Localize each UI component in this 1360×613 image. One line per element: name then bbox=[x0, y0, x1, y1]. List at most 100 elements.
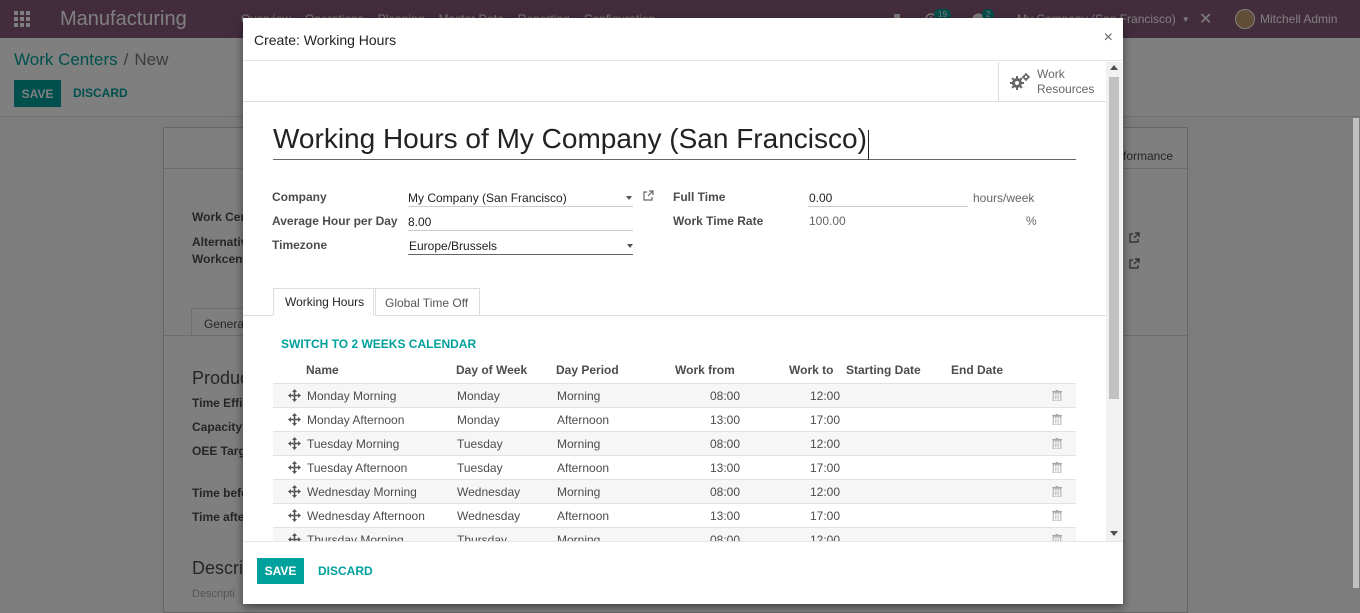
page-scrollbar[interactable] bbox=[1353, 118, 1359, 588]
row-work-from[interactable]: 08:00 bbox=[680, 533, 740, 541]
avg-hour-input[interactable]: 8.00 bbox=[408, 215, 431, 229]
row-day[interactable]: Wednesday bbox=[457, 485, 520, 499]
row-work-to[interactable]: 12:00 bbox=[780, 485, 840, 499]
trash-icon[interactable] bbox=[1052, 438, 1062, 449]
work-resources-button[interactable]: Work Resources bbox=[998, 62, 1106, 102]
table-row[interactable]: Tuesday Morning Tuesday Morning 08:00 12:00 bbox=[273, 431, 1076, 455]
modal-scrollbar[interactable] bbox=[1106, 62, 1122, 541]
row-work-from[interactable]: 08:00 bbox=[680, 437, 740, 451]
row-name[interactable]: Tuesday Afternoon bbox=[307, 461, 407, 475]
drag-handle-icon[interactable] bbox=[288, 485, 301, 498]
row-work-to[interactable]: 17:00 bbox=[780, 461, 840, 475]
record-name-input[interactable]: Working Hours of My Company (San Francis… bbox=[273, 123, 867, 154]
col-work-to[interactable]: Work to bbox=[789, 363, 833, 377]
row-period[interactable]: Morning bbox=[557, 437, 600, 451]
row-work-from[interactable]: 08:00 bbox=[680, 389, 740, 403]
row-period[interactable]: Morning bbox=[557, 533, 600, 541]
work-time-rate-value: 100.00 bbox=[809, 214, 846, 228]
company-dropdown-caret-icon[interactable] bbox=[626, 196, 632, 200]
row-name[interactable]: Monday Afternoon bbox=[307, 413, 404, 427]
row-name[interactable]: Thursday Morning bbox=[307, 533, 404, 541]
table-row[interactable]: Tuesday Afternoon Tuesday Afternoon 13:00 17… bbox=[273, 455, 1076, 479]
trash-icon[interactable] bbox=[1052, 486, 1062, 497]
row-name[interactable]: Monday Morning bbox=[307, 389, 396, 403]
record-name-field[interactable]: Working Hours of My Company (San Francis… bbox=[273, 120, 1076, 160]
gears-icon bbox=[1010, 73, 1030, 90]
drag-handle-icon[interactable] bbox=[288, 413, 301, 426]
modal-footer: SAVE DISCARD bbox=[243, 541, 1123, 604]
table-row[interactable]: Monday Morning Monday Morning 08:00 12:00 bbox=[273, 383, 1076, 407]
row-period[interactable]: Morning bbox=[557, 389, 600, 403]
col-work-from[interactable]: Work from bbox=[675, 363, 735, 377]
row-name[interactable]: Tuesday Morning bbox=[307, 437, 399, 451]
company-underline bbox=[408, 206, 633, 207]
timezone-underline bbox=[408, 254, 633, 255]
col-day-of-week[interactable]: Day of Week bbox=[456, 363, 527, 377]
row-work-to[interactable]: 12:00 bbox=[780, 533, 840, 541]
table-row[interactable]: Monday Afternoon Monday Afternoon 13:00 17:0… bbox=[273, 407, 1076, 431]
col-day-period[interactable]: Day Period bbox=[556, 363, 619, 377]
timezone-label: Timezone bbox=[272, 238, 328, 252]
timezone-select[interactable]: Europe/Brussels bbox=[409, 239, 497, 253]
drag-handle-icon[interactable] bbox=[288, 437, 301, 450]
work-time-rate-label: Work Time Rate bbox=[673, 214, 764, 228]
row-work-from[interactable]: 13:00 bbox=[680, 461, 740, 475]
col-starting-date[interactable]: Starting Date bbox=[846, 363, 921, 377]
tab-working-hours[interactable]: Working Hours bbox=[273, 288, 377, 316]
stat-line-1: Work bbox=[1037, 67, 1065, 81]
avg-hour-underline bbox=[408, 230, 633, 231]
row-period[interactable]: Afternoon bbox=[557, 509, 609, 523]
row-day[interactable]: Wednesday bbox=[457, 509, 520, 523]
save-button[interactable]: SAVE bbox=[257, 558, 304, 584]
col-end-date[interactable]: End Date bbox=[951, 363, 1003, 377]
trash-icon[interactable] bbox=[1052, 510, 1062, 521]
full-time-underline bbox=[808, 206, 968, 207]
col-name[interactable]: Name bbox=[306, 363, 339, 377]
company-external-link-icon[interactable] bbox=[642, 190, 654, 205]
row-name[interactable]: Wednesday Afternoon bbox=[307, 509, 425, 523]
row-day[interactable]: Monday bbox=[457, 389, 500, 403]
row-work-from[interactable]: 13:00 bbox=[680, 413, 740, 427]
row-name[interactable]: Wednesday Morning bbox=[307, 485, 417, 499]
table-row[interactable]: Thursday Morning Thursday Morning 08:00 12:0… bbox=[273, 527, 1076, 541]
row-day[interactable]: Thursday bbox=[457, 533, 507, 541]
discard-button[interactable]: DISCARD bbox=[318, 564, 373, 578]
close-icon[interactable]: × bbox=[1104, 29, 1113, 47]
row-work-to[interactable]: 12:00 bbox=[780, 437, 840, 451]
button-box: Work Resources bbox=[243, 62, 1106, 102]
drag-handle-icon[interactable] bbox=[288, 389, 301, 402]
tab-global-time-off[interactable]: Global Time Off bbox=[373, 288, 481, 316]
row-period[interactable]: Morning bbox=[557, 485, 600, 499]
row-day[interactable]: Monday bbox=[457, 413, 500, 427]
scroll-down-arrow-icon[interactable] bbox=[1110, 531, 1118, 536]
row-work-from[interactable]: 13:00 bbox=[680, 509, 740, 523]
row-period[interactable]: Afternoon bbox=[557, 413, 609, 427]
table-row[interactable]: Wednesday Morning Wednesday Morning 08:00 12… bbox=[273, 479, 1076, 503]
switch-two-weeks-button[interactable]: SWITCH TO 2 WEEKS CALENDAR bbox=[281, 337, 476, 351]
row-period[interactable]: Afternoon bbox=[557, 461, 609, 475]
timezone-dropdown-caret-icon[interactable] bbox=[627, 244, 633, 248]
drag-handle-icon[interactable] bbox=[288, 461, 301, 474]
work-time-rate-unit: % bbox=[1026, 214, 1037, 228]
row-work-to[interactable]: 17:00 bbox=[780, 509, 840, 523]
row-work-to[interactable]: 17:00 bbox=[780, 413, 840, 427]
table-row[interactable]: Wednesday Afternoon Wednesday Afternoon 13:… bbox=[273, 503, 1076, 527]
full-time-input[interactable]: 0.00 bbox=[809, 191, 832, 205]
full-time-label: Full Time bbox=[673, 190, 726, 204]
trash-icon[interactable] bbox=[1052, 390, 1062, 401]
row-day[interactable]: Tuesday bbox=[457, 437, 503, 451]
drag-handle-icon[interactable] bbox=[288, 533, 301, 541]
row-work-to[interactable]: 12:00 bbox=[780, 389, 840, 403]
scroll-thumb[interactable] bbox=[1109, 77, 1119, 399]
trash-icon[interactable] bbox=[1052, 414, 1062, 425]
scroll-up-arrow-icon[interactable] bbox=[1110, 65, 1118, 70]
company-field[interactable]: My Company (San Francisco) bbox=[408, 191, 567, 205]
text-caret bbox=[867, 129, 869, 160]
full-time-unit: hours/week bbox=[973, 191, 1035, 205]
trash-icon[interactable] bbox=[1052, 534, 1062, 541]
modal-header: Create: Working Hours × bbox=[243, 18, 1123, 61]
trash-icon[interactable] bbox=[1052, 462, 1062, 473]
row-day[interactable]: Tuesday bbox=[457, 461, 503, 475]
row-work-from[interactable]: 08:00 bbox=[680, 485, 740, 499]
drag-handle-icon[interactable] bbox=[288, 509, 301, 522]
